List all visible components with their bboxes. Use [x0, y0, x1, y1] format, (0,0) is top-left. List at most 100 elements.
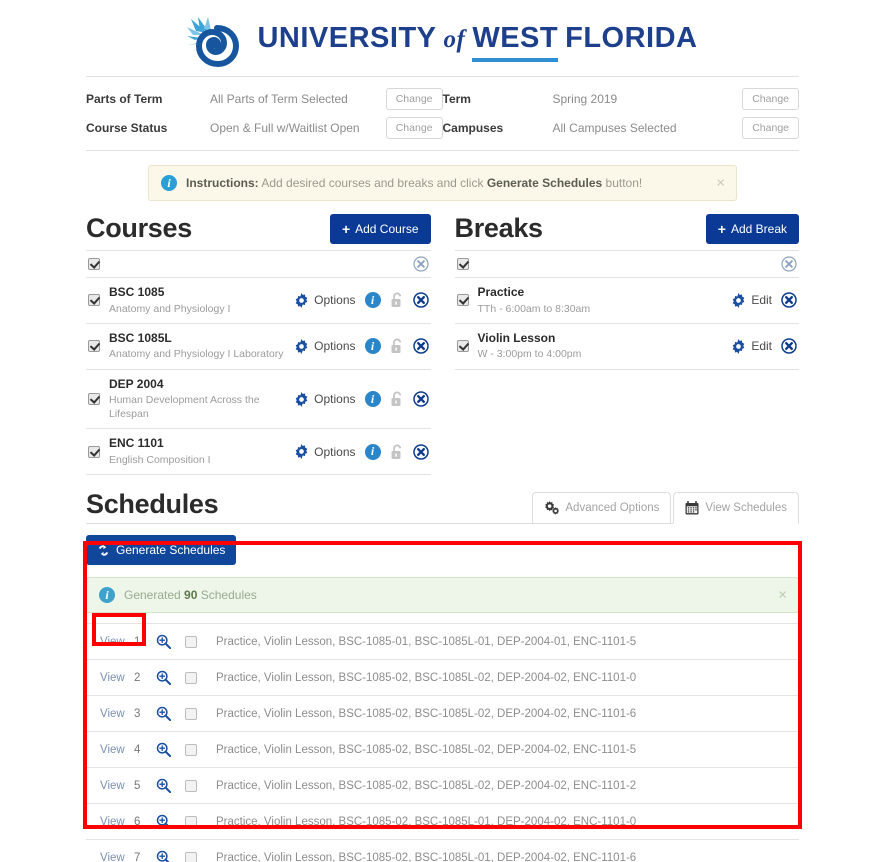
break-actions: Edit	[731, 292, 797, 309]
calendar-icon	[685, 501, 699, 515]
break-checkbox[interactable]	[456, 294, 469, 307]
zoom-in-icon[interactable]	[156, 742, 171, 758]
change-parts-of-term-button[interactable]: Change	[385, 88, 443, 110]
filter-label: Parts of Term	[86, 92, 163, 106]
remove-course-icon[interactable]	[412, 444, 429, 460]
break-row: Practice TTh - 6:00am to 8:30am Edit	[454, 278, 799, 324]
tab-advanced-options[interactable]: Advanced Options	[532, 492, 672, 525]
filter-column-right: Term Spring 2019 Change Campuses All Cam…	[443, 84, 799, 143]
zoom-in-icon[interactable]	[156, 814, 171, 830]
filter-value: All Parts of Term Selected	[210, 92, 348, 106]
course-info-icon[interactable]: i	[364, 443, 381, 460]
view-schedule-link[interactable]: View	[100, 708, 134, 720]
select-all-courses-checkbox[interactable]	[88, 258, 100, 270]
zoom-in-icon[interactable]	[156, 778, 171, 794]
site-header: UNIVERSITY of WEST FLORIDA	[0, 0, 885, 76]
change-term-button[interactable]: Change	[742, 88, 799, 110]
remove-break-icon[interactable]	[781, 292, 797, 309]
plus-icon: +	[717, 220, 726, 237]
logo-wordmark: UNIVERSITY of WEST FLORIDA	[257, 22, 697, 62]
gear-dots-icon	[545, 501, 560, 515]
course-info: BSC 1085 Anatomy and Physiology I	[109, 285, 294, 316]
tab-view-schedules[interactable]: View Schedules	[673, 492, 799, 525]
edit-break-label: Edit	[751, 293, 772, 308]
course-info-icon[interactable]: i	[364, 338, 381, 355]
schedule-select-checkbox[interactable]	[185, 707, 197, 720]
unlock-icon[interactable]	[390, 338, 404, 354]
close-icon[interactable]: ×	[778, 588, 787, 603]
courses-list: BSC 1085 Anatomy and Physiology I Option…	[86, 250, 431, 476]
course-checkbox[interactable]	[88, 294, 100, 307]
schedules-header: Schedules Advanced Options View Schedule…	[86, 489, 799, 525]
schedule-select-checkbox[interactable]	[185, 635, 197, 648]
break-checkbox[interactable]	[456, 340, 469, 353]
instructions-after: button!	[602, 176, 643, 190]
course-row: BSC 1085 Anatomy and Physiology I Option…	[86, 278, 431, 324]
break-info: Practice TTh - 6:00am to 8:30am	[478, 285, 732, 316]
filter-bar: Parts of Term All Parts of Term Selected…	[86, 76, 799, 151]
course-row: ENC 1101 English Composition I Options i	[86, 429, 431, 476]
course-info-icon[interactable]: i	[364, 292, 381, 309]
view-schedule-link[interactable]: View	[100, 744, 134, 756]
breaks-title: Breaks	[454, 213, 544, 243]
course-options-button[interactable]: Options	[294, 391, 356, 407]
remove-course-icon[interactable]	[412, 338, 429, 354]
schedule-number: 7	[134, 851, 141, 862]
view-schedule-link[interactable]: View	[100, 636, 134, 648]
remove-break-icon[interactable]	[781, 338, 797, 354]
view-schedule-link[interactable]: View	[100, 780, 134, 792]
zoom-in-icon[interactable]	[156, 850, 171, 862]
zoom-in-icon[interactable]	[156, 706, 171, 722]
generate-schedules-button[interactable]: Generate Schedules	[86, 535, 237, 566]
course-options-button[interactable]: Options	[294, 292, 356, 308]
change-course-status-button[interactable]: Change	[385, 117, 443, 139]
course-checkbox[interactable]	[88, 340, 100, 353]
view-schedule-link[interactable]: View	[100, 672, 134, 684]
add-break-button[interactable]: + Add Break	[705, 213, 799, 244]
refresh-icon	[98, 544, 109, 556]
course-checkbox[interactable]	[88, 445, 100, 458]
schedule-results-list: View 1 Practice, Violin Lesson, BSC-1085…	[86, 623, 799, 862]
close-icon[interactable]: ×	[716, 176, 725, 191]
view-schedule-link[interactable]: View	[100, 852, 134, 862]
filter-campuses: Campuses All Campuses Selected Change	[443, 114, 799, 142]
unlock-icon[interactable]	[390, 391, 404, 407]
uwf-logo[interactable]: UNIVERSITY of WEST FLORIDA	[187, 17, 697, 67]
remove-all-breaks-icon[interactable]	[781, 256, 797, 272]
generate-schedules-label: Generate Schedules	[116, 543, 226, 558]
schedule-select-checkbox[interactable]	[185, 851, 197, 862]
gear-icon	[295, 338, 308, 354]
select-all-breaks-checkbox[interactable]	[456, 258, 469, 270]
schedule-select-checkbox[interactable]	[185, 815, 197, 828]
course-options-button[interactable]: Options	[294, 338, 356, 354]
schedule-sections: Practice, Violin Lesson, BSC-1085-02, BS…	[216, 707, 637, 720]
break-actions: Edit	[731, 338, 797, 354]
schedule-number: 2	[134, 671, 141, 684]
course-row: DEP 2004 Human Development Across the Li…	[86, 370, 431, 430]
schedules-title: Schedules	[86, 489, 219, 520]
view-schedule-link[interactable]: View	[100, 816, 134, 828]
zoom-in-icon[interactable]	[156, 634, 171, 650]
schedule-number: 1	[134, 635, 141, 648]
break-name: Practice	[477, 285, 525, 299]
gear-icon	[733, 338, 745, 354]
remove-all-courses-icon[interactable]	[412, 256, 429, 272]
change-campuses-button[interactable]: Change	[742, 117, 799, 139]
schedule-select-checkbox[interactable]	[185, 671, 197, 684]
unlock-icon[interactable]	[390, 292, 404, 308]
schedule-select-checkbox[interactable]	[185, 779, 197, 792]
break-name: Violin Lesson	[477, 330, 556, 345]
zoom-in-icon[interactable]	[156, 670, 171, 686]
filter-course-status: Course Status Open & Full w/Waitlist Ope…	[86, 114, 443, 142]
edit-break-button[interactable]: Edit	[731, 338, 772, 354]
remove-course-icon[interactable]	[412, 391, 429, 407]
unlock-icon[interactable]	[390, 444, 404, 460]
add-course-button[interactable]: + Add Course	[329, 213, 431, 244]
remove-course-icon[interactable]	[412, 292, 429, 309]
course-info-icon[interactable]: i	[364, 391, 381, 407]
edit-break-button[interactable]: Edit	[731, 292, 772, 308]
course-options-button[interactable]: Options	[294, 444, 356, 460]
course-checkbox[interactable]	[88, 393, 100, 405]
schedule-sections: Practice, Violin Lesson, BSC-1085-01, BS…	[216, 635, 637, 648]
schedule-select-checkbox[interactable]	[185, 743, 197, 756]
